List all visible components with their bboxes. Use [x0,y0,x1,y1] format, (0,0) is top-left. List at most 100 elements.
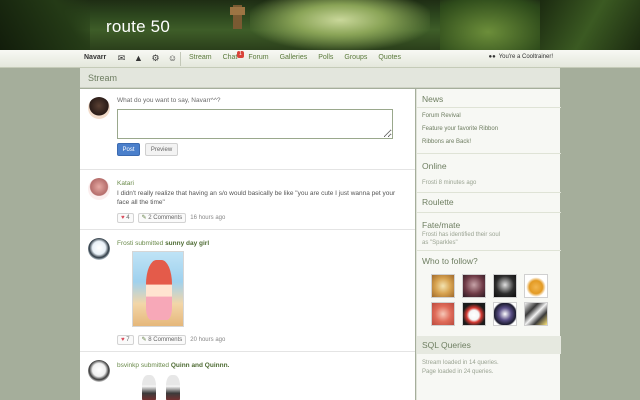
post-headline: Frosti submitted sunny day girl [117,240,209,247]
like-count: 4 [126,215,130,221]
comments-button[interactable]: ✎ 8 Comments [137,335,187,345]
nav-username[interactable]: Navarr [84,54,106,61]
post-author[interactable]: Katari [117,180,134,187]
sidebar: News Forum Revival Feature your favorite… [416,89,561,400]
trainer-status[interactable]: ●● You're a Cooltrainer! [488,54,553,60]
sql-line: Page loaded in 24 queries. [422,369,494,375]
stream-main: What do you want to say, Navarr^^? Post … [80,89,415,400]
follow-avatar[interactable] [431,302,455,326]
bell-icon[interactable]: ▲ [133,53,144,64]
divider [417,250,561,251]
submission-thumbnail[interactable] [132,251,184,327]
divider [417,153,561,154]
stream-title: Stream [88,73,118,83]
fatemate-title: Fate/mate [422,220,461,230]
divider [417,192,561,193]
nav-link-chat-label: Chat [222,54,238,61]
artwork-figure [146,260,172,320]
comments-count: 8 Comments [148,337,183,343]
post-headline: bsvinkp submitted Quinn and Quinnn. [117,362,229,369]
comments-button[interactable]: ✎ 2 Comments [137,213,187,223]
compose-input[interactable] [117,109,393,139]
preview-button[interactable]: Preview [145,143,178,156]
news-item[interactable]: Ribbons are Back! [422,139,471,145]
divider [417,212,561,213]
post-meta: ♥ 7 ✎ 8 Comments 20 hours ago [117,335,225,345]
follow-avatar[interactable] [431,274,455,298]
post-author[interactable]: bsvinkp [117,362,139,369]
banner-foliage [0,0,90,50]
follow-avatar[interactable] [493,274,517,298]
like-count: 7 [126,337,130,343]
post-item-link[interactable]: sunny day girl [165,240,209,247]
post-time: 16 hours ago [190,215,226,221]
nav-divider [180,52,181,66]
submission-thumbnail[interactable] [132,373,194,400]
like-button[interactable]: ♥ 4 [117,213,134,223]
avatar[interactable] [88,178,110,200]
follow-grid [431,274,551,326]
nav-link-polls[interactable]: Polls [318,54,333,61]
post-action: submitted [135,240,164,247]
binoculars-icon: ●● [488,54,496,60]
sql-header: SQL Queries [417,336,561,354]
divider [417,107,561,108]
nav-link-chat[interactable]: Chat [223,54,238,61]
mail-icon[interactable]: ✉ [116,53,127,64]
comment-icon: ✎ [141,337,147,343]
avatar[interactable] [88,97,110,119]
compose-box: What do you want to say, Navarr^^? Post … [80,89,415,169]
compose-prompt: What do you want to say, Navarr^^? [117,97,221,104]
stream-header: Stream [80,68,560,88]
news-item[interactable]: Forum Revival [422,113,461,119]
nav-link-groups[interactable]: Groups [344,54,367,61]
header-banner: route 50 [0,0,640,50]
sql-title: SQL Queries [422,340,471,350]
list-item: Frosti submitted sunny day girl ♥ 7 ✎ 8 … [80,229,415,351]
follow-avatar[interactable] [524,274,548,298]
follow-avatar[interactable] [493,302,517,326]
nav-link-forum[interactable]: Forum [248,54,268,61]
site-title[interactable]: route 50 [106,17,170,37]
like-button[interactable]: ♥ 7 [117,335,134,345]
heart-icon: ♥ [121,337,125,343]
post-action: submitted [140,362,170,369]
chat-badge: 1 [237,51,244,58]
news-title: News [422,94,444,104]
nav-links: Stream Chat Forum Galleries Polls Groups… [189,51,412,61]
gear-icon[interactable]: ⚙ [150,53,161,64]
banner-foliage [540,0,640,50]
heart-icon: ♥ [121,215,125,221]
post-meta: ♥ 4 ✎ 2 Comments 16 hours ago [117,213,225,223]
list-item: bsvinkp submitted Quinn and Quinnn. [80,351,415,400]
avatar[interactable] [88,360,110,382]
news-item[interactable]: Feature your favorite Ribbon [422,126,498,132]
nav-bar: Navarr ✉ ▲ ⚙ ☺ Stream Chat Forum Galleri… [0,50,640,68]
online-text: Frosti 8 minutes ago [422,180,477,186]
follow-avatar[interactable] [524,302,548,326]
avatar[interactable] [88,238,110,260]
post-button[interactable]: Post [117,143,140,156]
follow-avatar[interactable] [462,302,486,326]
post-time: 20 hours ago [190,337,226,343]
nav-link-galleries[interactable]: Galleries [280,54,308,61]
nav-link-stream[interactable]: Stream [189,54,212,61]
post-text: I didn't really realize that having an s… [117,190,396,206]
follow-title: Who to follow? [422,256,478,266]
comments-count: 2 Comments [148,215,183,221]
artwork-figure [166,375,180,400]
fatemate-text: Frosti has identified their soul as "Spa… [422,232,501,246]
follow-avatar[interactable] [462,274,486,298]
trainer-status-text: You're a Cooltrainer! [498,54,553,60]
banner-light [250,0,430,50]
user-icon[interactable]: ☺ [167,53,178,64]
roulette-title[interactable]: Roulette [422,197,454,207]
post-author[interactable]: Frosti [117,240,133,247]
sql-line: Stream loaded in 14 queries. [422,360,499,366]
artwork-figure [142,375,156,400]
post-item-link[interactable]: Quinn and Quinnn. [171,362,230,369]
nav-icons: ✉ ▲ ⚙ ☺ [116,53,178,64]
list-item: Katari I didn't really realize that havi… [80,169,415,229]
nav-link-quotes[interactable]: Quotes [378,54,401,61]
signpost-icon [230,5,245,29]
